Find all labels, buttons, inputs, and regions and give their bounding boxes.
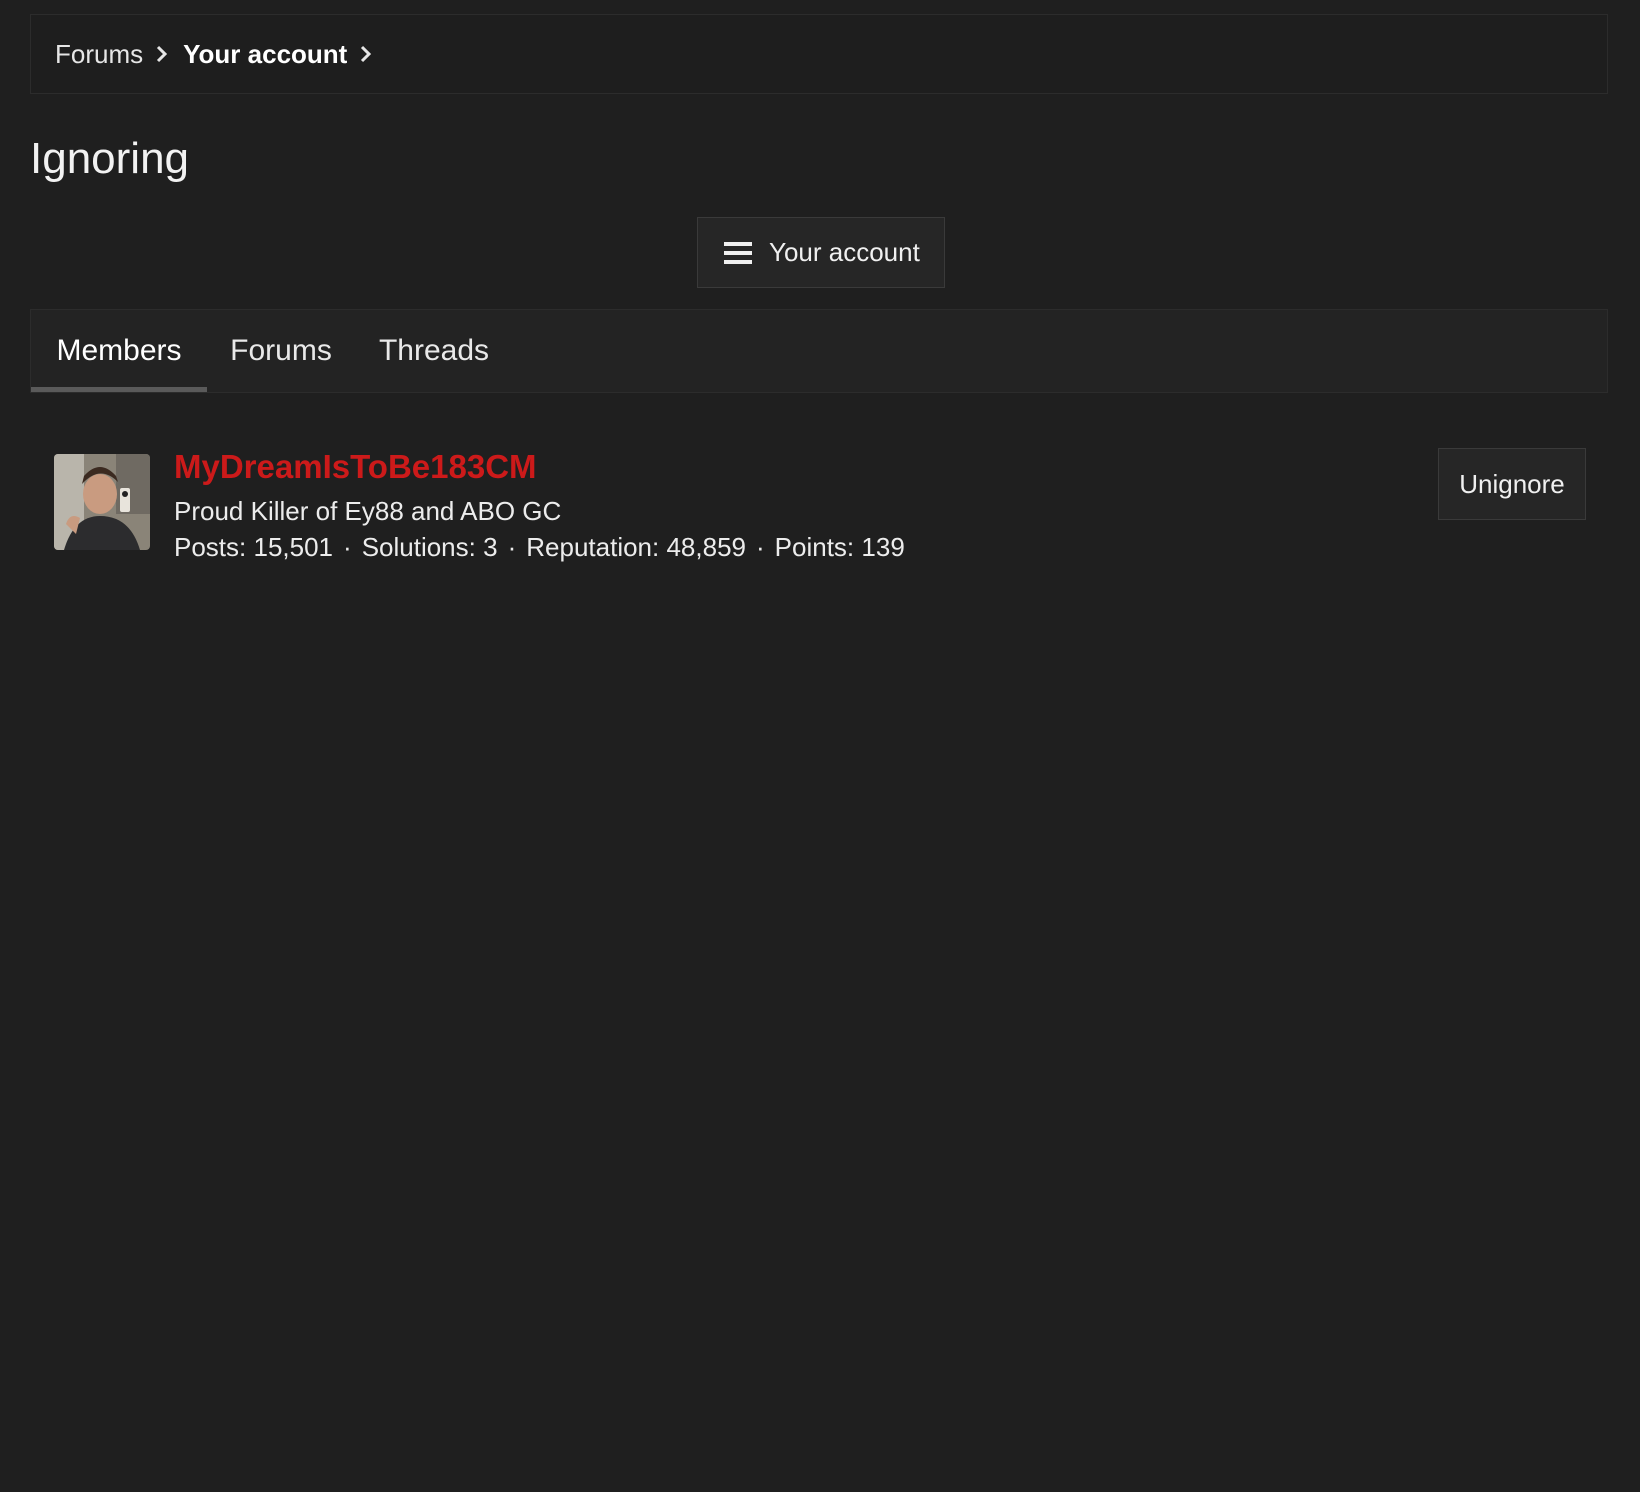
stat-separator: · bbox=[343, 532, 352, 562]
list-item: MyDreamIsToBe183CM Proud Killer of Ey88 … bbox=[54, 448, 1588, 568]
stat-reputation-value: 48,859 bbox=[666, 532, 746, 562]
member-user-title: Proud Killer of Ey88 and ABO GC bbox=[174, 496, 562, 526]
page-title: Ignoring bbox=[30, 134, 190, 183]
stat-solutions-value: 3 bbox=[483, 532, 498, 562]
your-account-menu-button[interactable]: Your account bbox=[697, 217, 945, 288]
breadcrumb-item-forums[interactable]: Forums bbox=[55, 39, 143, 70]
stat-posts-label: Posts: bbox=[174, 532, 247, 562]
tab-members[interactable]: Members bbox=[31, 310, 207, 392]
chevron-right-icon bbox=[347, 41, 387, 67]
breadcrumb: Forums Your account bbox=[30, 14, 1608, 94]
unignore-button[interactable]: Unignore bbox=[1438, 448, 1586, 520]
member-username-link[interactable]: MyDreamIsToBe183CM bbox=[174, 448, 537, 486]
stat-reputation-label: Reputation: bbox=[526, 532, 660, 562]
stat-separator: · bbox=[756, 532, 765, 562]
avatar[interactable] bbox=[54, 454, 150, 550]
stat-solutions-label: Solutions: bbox=[361, 532, 476, 562]
member-stats: Posts: 15,501 · Solutions: 3 · Reputation: 4… bbox=[174, 532, 905, 563]
stat-points-label: Points: bbox=[774, 532, 855, 562]
ignore-tabs: Members Forums Threads bbox=[30, 309, 1608, 393]
stat-points-value: 139 bbox=[861, 532, 905, 562]
hamburger-menu-icon bbox=[724, 241, 752, 265]
stat-separator: · bbox=[507, 532, 517, 562]
your-account-menu-label: Your account bbox=[769, 237, 920, 267]
stat-posts-value: 15,501 bbox=[253, 532, 334, 562]
tab-forums[interactable]: Forums bbox=[207, 310, 355, 392]
breadcrumb-item-your-account[interactable]: Your account bbox=[183, 39, 347, 70]
chevron-right-icon bbox=[143, 41, 183, 67]
tab-threads[interactable]: Threads bbox=[355, 310, 513, 392]
